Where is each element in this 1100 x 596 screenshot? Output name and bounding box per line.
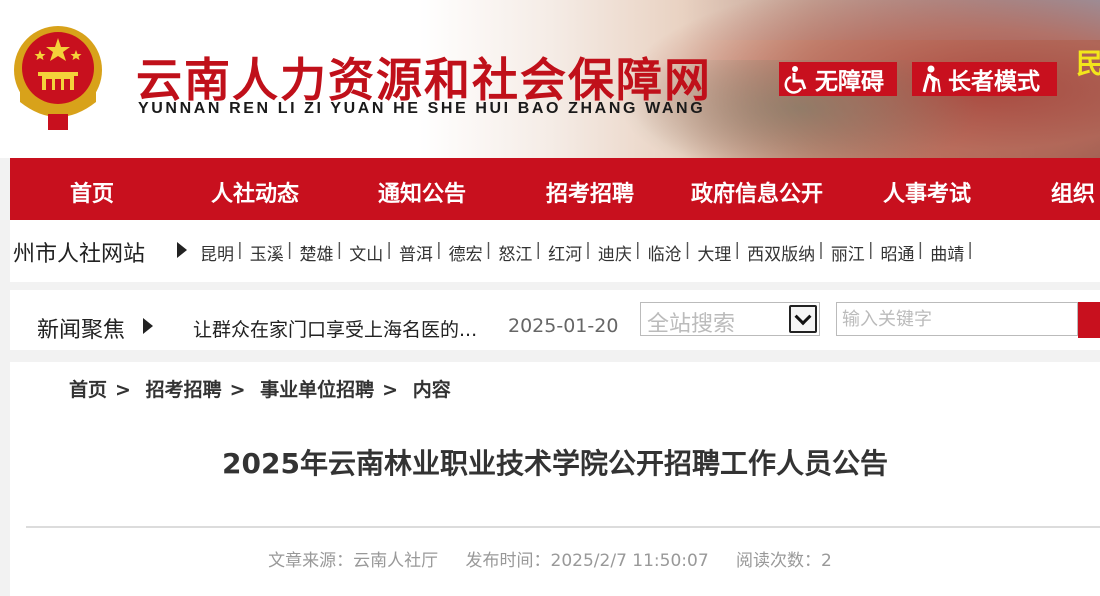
corner-text: 民 [1076, 47, 1100, 80]
breadcrumb-current: 内容 [412, 379, 451, 401]
national-emblem-icon [14, 26, 102, 130]
accessibility-button[interactable]: 无障碍 [779, 62, 897, 96]
wheelchair-icon [784, 66, 807, 94]
city-sites-bar: 州市人社网站 昆明 | 玉溪 | 楚雄 | 文山 | 普洱 | 德宏 | 怒江 | 红河 | 迪… [10, 220, 1100, 282]
arrow-right-icon [143, 318, 153, 334]
news-focus-label: 新闻聚焦 [37, 318, 126, 343]
city-link[interactable]: 大理 [697, 240, 731, 265]
city-link[interactable]: 西双版纳 [747, 240, 815, 265]
city-list: 昆明 | 玉溪 | 楚雄 | 文山 | 普洱 | 德宏 | 怒江 | 红河 | 迪庆 | 临沧 | … [200, 240, 974, 265]
city-link[interactable]: 迪庆 [598, 240, 632, 265]
search-button[interactable] [1078, 302, 1100, 338]
search-input[interactable] [836, 302, 1078, 336]
nav-item-notices[interactable]: 通知公告 [378, 176, 466, 208]
city-link[interactable]: 昆明 [200, 240, 234, 265]
nav-item-exams[interactable]: 人事考试 [883, 176, 971, 208]
news-headline-link[interactable]: 让群众在家门口享受上海名医的... [193, 315, 477, 342]
breadcrumb-institution-recruitment[interactable]: 事业单位招聘 [260, 379, 374, 401]
breadcrumb-home[interactable]: 首页 [69, 379, 107, 401]
city-link[interactable]: 怒江 [498, 240, 532, 265]
article-read-count: 阅读次数：2 [736, 551, 832, 571]
article-content: 首页 > 招考招聘 > 事业单位招聘 > 内容 2025年云南林业职业技术学院公开招聘… [10, 362, 1100, 596]
article-meta: 文章来源：云南人社厅 发布时间：2025/2/7 11:50:07 阅读次数：2 [10, 546, 1090, 571]
search-scope-value: 全站搜索 [647, 312, 736, 337]
article-published: 发布时间：2025/2/7 11:50:07 [465, 551, 709, 571]
elder-mode-label: 长者模式 [948, 69, 1040, 95]
site-pinyin: YUNNAN REN LI ZI YUAN HE SHE HUI BAO ZHA… [138, 100, 706, 117]
city-link[interactable]: 德宏 [449, 240, 483, 265]
article-source: 文章来源：云南人社厅 [268, 551, 439, 571]
city-link[interactable]: 丽江 [831, 240, 865, 265]
nav-item-organization[interactable]: 组织 [1051, 176, 1095, 208]
article-title: 2025年云南林业职业技术学院公开招聘工作人员公告 [222, 447, 888, 480]
breadcrumb-recruitment[interactable]: 招考招聘 [146, 379, 222, 401]
city-link[interactable]: 文山 [349, 240, 383, 265]
nav-item-recruitment[interactable]: 招考招聘 [546, 176, 634, 208]
chevron-down-icon[interactable] [789, 305, 817, 333]
city-link[interactable]: 玉溪 [250, 240, 284, 265]
elder-mode-button[interactable]: 长者模式 [912, 62, 1057, 96]
news-search-bar: 新闻聚焦 让群众在家门口享受上海名医的... 2025-01-20 全站搜索 [10, 290, 1100, 350]
breadcrumb: 首页 > 招考招聘 > 事业单位招聘 > 内容 [69, 379, 451, 401]
arrow-right-icon [177, 242, 187, 258]
nav-item-home[interactable]: 首页 [70, 176, 114, 208]
city-link[interactable]: 普洱 [399, 240, 433, 265]
city-sites-label: 州市人社网站 [13, 242, 146, 267]
elder-person-icon [922, 65, 941, 93]
nav-item-gov-info[interactable]: 政府信息公开 [691, 176, 823, 208]
main-nav: 首页 人社动态 通知公告 招考招聘 政府信息公开 人事考试 组织 [10, 158, 1100, 220]
city-link[interactable]: 昭通 [881, 240, 915, 265]
city-link[interactable]: 红河 [548, 240, 582, 265]
nav-item-news[interactable]: 人社动态 [211, 176, 299, 208]
city-link[interactable]: 临沧 [648, 240, 682, 265]
header-banner: 云南人力资源和社会保障网 YUNNAN REN LI ZI YUAN HE SH… [0, 0, 1100, 158]
news-date: 2025-01-20 [508, 315, 619, 337]
title-divider [26, 526, 1100, 528]
accessibility-label: 无障碍 [815, 69, 884, 95]
city-link[interactable]: 楚雄 [299, 240, 333, 265]
city-link[interactable]: 曲靖 [930, 240, 964, 265]
search-scope-select[interactable]: 全站搜索 [640, 302, 820, 337]
